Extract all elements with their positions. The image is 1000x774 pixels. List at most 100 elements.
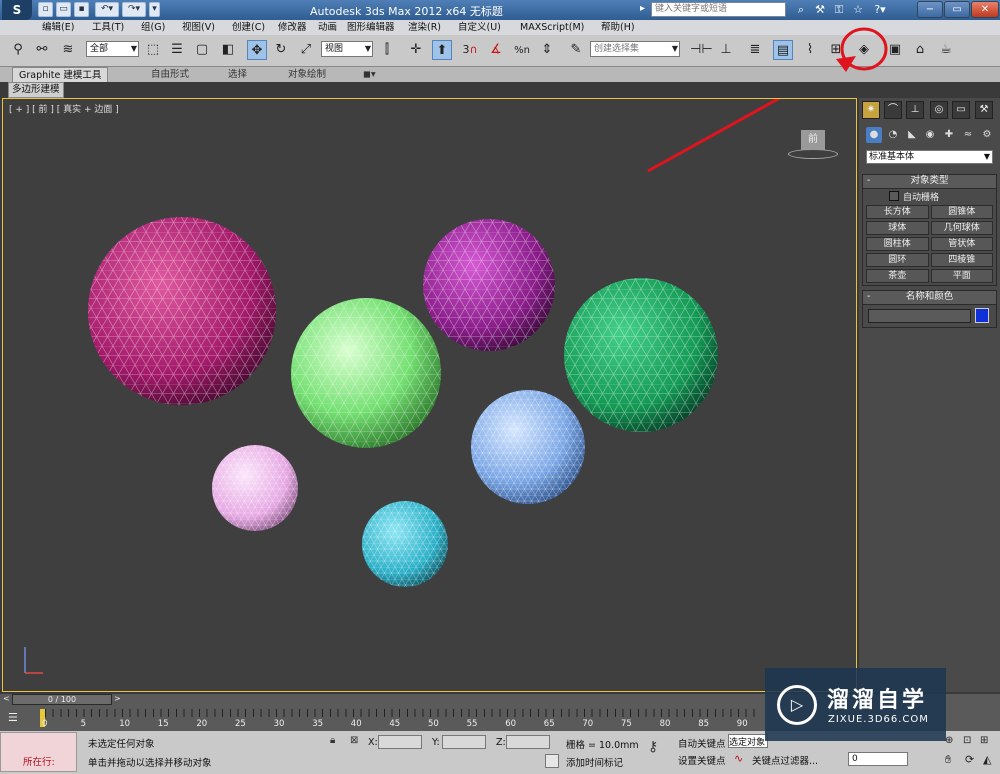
tube-button[interactable]: 管状体: [930, 237, 993, 251]
spacewarps-category-icon[interactable]: ≈: [960, 127, 976, 143]
orbit-icon[interactable]: ⟳: [965, 753, 974, 766]
key-target-value: 选定对象: [729, 738, 766, 748]
key-filters-button[interactable]: 关键点过滤器...: [752, 753, 818, 767]
sphere-purple[interactable]: [423, 219, 555, 351]
sphere-green[interactable]: [564, 278, 718, 432]
time-prev-icon[interactable]: <: [3, 694, 10, 703]
pan-icon[interactable]: ✋︎: [945, 753, 951, 767]
hierarchy-tab-icon[interactable]: ⊥: [906, 101, 924, 119]
prompt-line: 单击并拖动以选择并移动对象: [88, 758, 212, 769]
helpers-category-icon[interactable]: ✚: [941, 127, 957, 143]
geometry-type-dropdown[interactable]: 标准基本体 ▼: [866, 150, 993, 164]
name-and-color-title: 名称和颜色: [905, 291, 954, 302]
geosphere-button[interactable]: 几何球体: [930, 221, 993, 235]
front-viewport[interactable]: [ + ] [ 前 ] [ 真实 + 边面 ] 前: [2, 98, 857, 692]
ruler-label: 30: [273, 719, 285, 729]
shapes-category-icon[interactable]: ◔: [885, 127, 901, 143]
ruler-label: 5: [80, 719, 87, 729]
object-name-input[interactable]: [868, 309, 971, 323]
cone-button[interactable]: 圆锥体: [930, 205, 993, 219]
key-target-dropdown[interactable]: 选定对象: [728, 734, 768, 748]
maximize-viewport-icon[interactable]: ⊞: [980, 735, 988, 746]
x-label: X:: [368, 737, 378, 748]
cameras-category-icon[interactable]: ◉: [922, 127, 938, 143]
object-type-header[interactable]: - 对象类型: [863, 175, 996, 189]
time-next-icon[interactable]: >: [114, 694, 121, 703]
create-tab-icon[interactable]: ✷: [862, 101, 880, 119]
watermark: ▷ 溜溜自学 ZIXUE.3D66.COM: [765, 668, 946, 741]
current-frame-field[interactable]: 0: [848, 752, 908, 766]
selection-status: 未选定任何对象: [88, 739, 155, 750]
ruler-label: 20: [196, 719, 208, 729]
scene-spheres: [24, 99, 781, 674]
ruler-label: 55: [466, 719, 478, 729]
key-icon[interactable]: ⚷: [648, 739, 658, 755]
ruler-label: 25: [235, 719, 246, 729]
object-type-rollout: - 对象类型 自动栅格 长方体 圆锥体 球体 几何球体 圆柱体 管状体 圆环 四棱…: [862, 174, 997, 286]
lock-selection-icon[interactable]: 🔒︎: [330, 735, 335, 746]
ruler-label: 60: [505, 719, 517, 729]
watermark-brand: 溜溜自学: [827, 688, 928, 713]
plane-button[interactable]: 平面: [930, 269, 993, 283]
chevron-down-icon: ▼: [983, 152, 990, 161]
sphere-blue[interactable]: [471, 390, 585, 504]
sphere-button[interactable]: 球体: [866, 221, 929, 235]
ruler-label: 0: [42, 719, 48, 729]
pyramid-button[interactable]: 四棱锥: [930, 253, 993, 267]
ruler-label: 40: [350, 719, 362, 729]
key-filter-icon[interactable]: ∿: [734, 752, 743, 765]
grid-size: 栅格 = 10.0mm: [566, 740, 639, 751]
watermark-logo-icon: ▷: [777, 685, 817, 725]
field-of-view-icon[interactable]: ◭: [983, 753, 991, 766]
ruler-label: 75: [621, 719, 632, 729]
set-key-button[interactable]: 设置关键点: [678, 753, 726, 767]
geometry-category-icon[interactable]: ●: [866, 127, 882, 143]
zoom-icon[interactable]: ⊕: [945, 735, 953, 746]
ruler-label: 50: [428, 719, 439, 729]
autogrid-checkbox[interactable]: [889, 191, 899, 201]
ruler-label: 45: [389, 719, 401, 729]
transform-mode-icon[interactable]: ⊠: [350, 735, 358, 746]
modify-tab-icon[interactable]: ⌒: [884, 101, 902, 119]
cylinder-button[interactable]: 圆柱体: [866, 237, 929, 251]
ruler-label: 65: [543, 719, 555, 729]
ruler-label: 35: [312, 719, 324, 729]
teapot-button[interactable]: 茶壶: [866, 269, 929, 283]
time-slider[interactable]: 0 / 100: [12, 694, 112, 705]
axis-tripod-icon: [24, 647, 43, 674]
object-type-title: 对象类型: [910, 175, 949, 186]
z-label: Z:: [496, 737, 506, 748]
collapse-icon: -: [867, 291, 871, 302]
sphere-pink[interactable]: [212, 445, 298, 531]
ruler-label: 10: [119, 719, 131, 729]
utilities-tab-icon[interactable]: ⚒: [975, 101, 993, 119]
add-time-tag-icon[interactable]: [545, 754, 559, 768]
box-button[interactable]: 长方体: [866, 205, 929, 219]
ruler-label: 70: [582, 719, 594, 729]
zoom-extents-icon[interactable]: ⊡: [963, 735, 971, 746]
lights-category-icon[interactable]: ◣: [904, 127, 920, 143]
auto-key-button[interactable]: 自动关键点: [678, 736, 726, 750]
sphere-magenta[interactable]: [88, 217, 276, 405]
current-frame-value: 0: [852, 754, 858, 764]
ruler-label: 90: [736, 719, 748, 729]
name-and-color-header[interactable]: - 名称和颜色: [863, 291, 996, 305]
z-coordinate-field[interactable]: [506, 735, 550, 749]
sphere-cyan[interactable]: [362, 501, 448, 587]
torus-button[interactable]: 圆环: [866, 253, 929, 267]
y-coordinate-field[interactable]: [442, 735, 486, 749]
systems-category-icon[interactable]: ⚙: [979, 127, 995, 143]
collapse-icon: -: [867, 175, 871, 186]
ruler-ticks: [45, 709, 755, 717]
x-coordinate-field[interactable]: [378, 735, 422, 749]
display-tab-icon[interactable]: ▭: [952, 101, 970, 119]
motion-tab-icon[interactable]: ◎: [930, 101, 948, 119]
ruler-label: 80: [659, 719, 671, 729]
sphere-lime[interactable]: [291, 298, 441, 448]
track-bar-menu-icon[interactable]: ☰: [8, 711, 24, 725]
object-color-swatch[interactable]: [975, 308, 989, 323]
add-time-tag[interactable]: 添加时间标记: [566, 755, 623, 769]
object-type-buttons: 长方体 圆锥体 球体 几何球体 圆柱体 管状体 圆环 四棱锥 茶壶 平面: [863, 203, 996, 285]
maxscript-listener[interactable]: 所在行:: [0, 732, 77, 772]
autogrid-row: 自动栅格: [863, 189, 996, 203]
